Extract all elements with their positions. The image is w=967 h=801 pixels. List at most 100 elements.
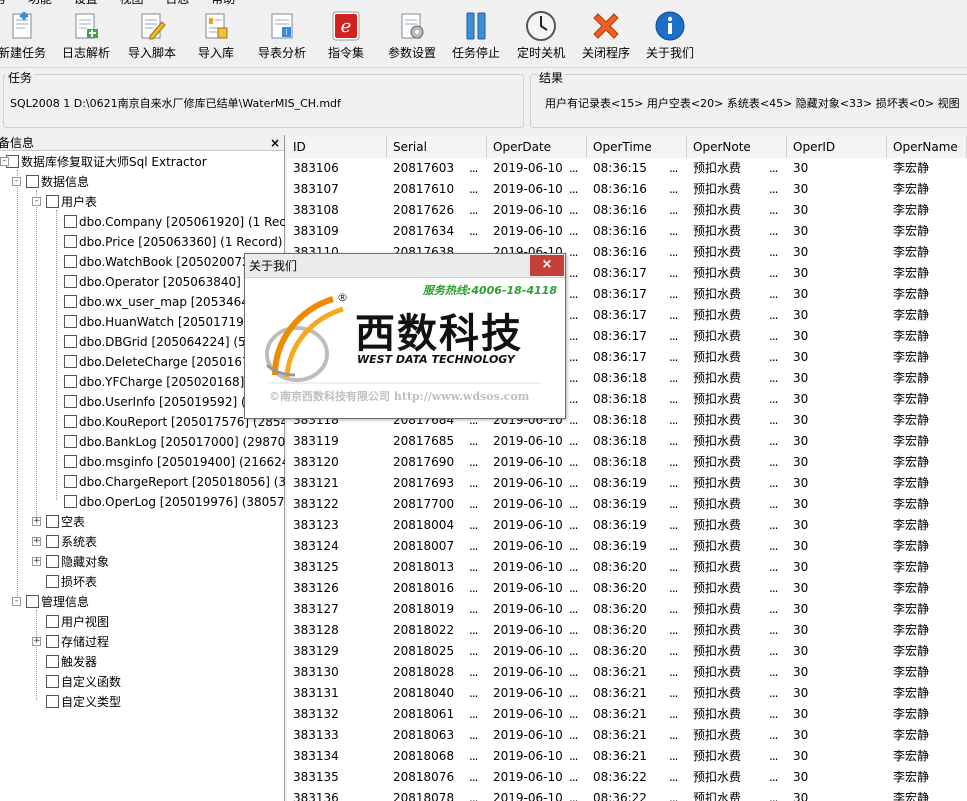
checkbox[interactable] bbox=[46, 675, 59, 688]
tree-node-label: 数据信息 bbox=[41, 175, 90, 189]
table-row[interactable]: 383125 20818013 2019-06-10 08:36:20 预扣水费 30 李宏… bbox=[287, 557, 967, 578]
checkbox[interactable] bbox=[64, 395, 77, 408]
checkbox[interactable] bbox=[46, 535, 59, 548]
checkbox[interactable] bbox=[64, 255, 77, 268]
checkbox[interactable] bbox=[64, 475, 77, 488]
table-row[interactable]: 383108 20817626 2019-06-10 08:36:16 预扣水费 30 李宏… bbox=[287, 200, 967, 221]
tree-table-item[interactable]: dbo.msginfo [205019400] (216624 bbox=[64, 452, 285, 472]
column-header-operid[interactable]: OperID bbox=[787, 136, 887, 158]
import-script-button[interactable]: 导入脚本 bbox=[124, 10, 180, 66]
column-header-opernote[interactable]: OperNote bbox=[687, 136, 787, 158]
checkbox[interactable] bbox=[64, 215, 77, 228]
checkbox[interactable] bbox=[46, 195, 59, 208]
column-header-opertime[interactable]: OperTime bbox=[587, 136, 687, 158]
tree-node-custom-types[interactable]: 自定义类型 bbox=[46, 692, 121, 712]
scheduled-shutdown-button[interactable]: 定时关机 bbox=[515, 10, 567, 66]
about-dialog-title: 关于我们 bbox=[249, 259, 298, 273]
panel-close-icon[interactable]: × bbox=[270, 135, 280, 151]
checkbox[interactable] bbox=[46, 655, 59, 668]
checkbox[interactable] bbox=[64, 375, 77, 388]
checkbox[interactable] bbox=[64, 495, 77, 508]
tree-node-hidden-objects[interactable]: + 隐藏对象 bbox=[32, 552, 109, 572]
checkbox[interactable] bbox=[46, 575, 59, 588]
tree-node-mgmt-info[interactable]: - 管理信息 bbox=[12, 592, 89, 612]
task-stop-button[interactable]: 任务停止 bbox=[450, 10, 502, 66]
tree-root[interactable]: - 数据库修复取证大师Sql Extractor bbox=[0, 152, 207, 172]
table-row[interactable]: 383120 20817690 2019-06-10 08:36:18 预扣水费 30 李宏… bbox=[287, 452, 967, 473]
tree-table-item[interactable]: dbo.ChargeReport [205018056] (35 bbox=[64, 472, 285, 492]
table-row[interactable]: 383130 20818028 2019-06-10 08:36:21 预扣水费 30 李宏… bbox=[287, 662, 967, 683]
tree-node-empty-tables[interactable]: + 空表 bbox=[32, 512, 85, 532]
tree-table-item[interactable]: dbo.HuanWatch [205017192 bbox=[64, 312, 251, 332]
table-row[interactable]: 383134 20818068 2019-06-10 08:36:21 预扣水费 30 李宏… bbox=[287, 746, 967, 767]
truncation-ellipsis: ... bbox=[669, 476, 679, 490]
table-row[interactable]: 383133 20818063 2019-06-10 08:36:21 预扣水费 30 李宏… bbox=[287, 725, 967, 746]
tree-node-damaged-tables[interactable]: 损坏表 bbox=[46, 572, 97, 592]
tree-table-item[interactable]: dbo.OperLog [205019976] (380574 bbox=[64, 492, 285, 512]
tree-table-item[interactable]: dbo.UserInfo [205019592] (1 bbox=[64, 392, 253, 412]
tree-node-triggers[interactable]: 触发器 bbox=[46, 652, 97, 672]
tree-node-system-tables[interactable]: + 系统表 bbox=[32, 532, 97, 552]
checkbox[interactable] bbox=[64, 315, 77, 328]
tree-node-stored-procedures[interactable]: + 存储过程 bbox=[32, 632, 109, 652]
column-header-opername[interactable]: OperName bbox=[887, 136, 967, 158]
tree-table-item[interactable]: dbo.BankLog [205017000] (29870 F bbox=[64, 432, 285, 452]
table-row[interactable]: 383121 20817693 2019-06-10 08:36:19 预扣水费 30 李宏… bbox=[287, 473, 967, 494]
table-row[interactable]: 383126 20818016 2019-06-10 08:36:20 预扣水费 30 李宏… bbox=[287, 578, 967, 599]
table-row[interactable]: 383128 20818022 2019-06-10 08:36:20 预扣水费 30 李宏… bbox=[287, 620, 967, 641]
checkbox[interactable] bbox=[64, 235, 77, 248]
new-task-button[interactable]: 新建任务 bbox=[0, 10, 50, 66]
table-row[interactable]: 383124 20818007 2019-06-10 08:36:19 预扣水费 30 李宏… bbox=[287, 536, 967, 557]
checkbox[interactable] bbox=[26, 175, 39, 188]
checkbox[interactable] bbox=[64, 275, 77, 288]
column-header-id[interactable]: ID bbox=[287, 136, 387, 158]
table-row[interactable]: 383135 20818076 2019-06-10 08:36:22 预扣水费 30 李宏… bbox=[287, 767, 967, 788]
settings-button[interactable]: 参数设置 bbox=[384, 10, 440, 66]
table-row[interactable]: 383122 20817700 2019-06-10 08:36:19 预扣水费 30 李宏… bbox=[287, 494, 967, 515]
table-row[interactable]: 383132 20818061 2019-06-10 08:36:21 预扣水费 30 李宏… bbox=[287, 704, 967, 725]
tree-table-item[interactable]: dbo.Company [205061920] (1 Reco bbox=[64, 212, 285, 232]
checkbox[interactable] bbox=[26, 595, 39, 608]
tree-table-item[interactable]: dbo.Price [205063360] (1 Record) bbox=[64, 232, 282, 252]
table-row[interactable]: 383109 20817634 2019-06-10 08:36:16 预扣水费 30 李宏… bbox=[287, 221, 967, 242]
truncation-ellipsis: ... bbox=[669, 497, 679, 511]
checkbox[interactable] bbox=[64, 295, 77, 308]
tree-node-data-info[interactable]: - 数据信息 bbox=[12, 172, 90, 192]
table-row[interactable]: 383123 20818004 2019-06-10 08:36:19 预扣水费 30 李宏… bbox=[287, 515, 967, 536]
tree-table-item[interactable]: dbo.DeleteCharge [2050167 bbox=[64, 352, 250, 372]
checkbox[interactable] bbox=[46, 635, 59, 648]
checkbox[interactable] bbox=[46, 515, 59, 528]
tree-table-item[interactable]: dbo.Operator [205063840] ( bbox=[64, 272, 249, 292]
checkbox[interactable] bbox=[46, 695, 59, 708]
table-row[interactable]: 383119 20817685 2019-06-10 08:36:18 预扣水费 30 李宏… bbox=[287, 431, 967, 452]
checkbox[interactable] bbox=[46, 555, 59, 568]
checkbox[interactable] bbox=[46, 615, 59, 628]
import-db-button[interactable]: 导入库 bbox=[192, 10, 240, 66]
table-row[interactable]: 383127 20818019 2019-06-10 08:36:20 预扣水费 30 李宏… bbox=[287, 599, 967, 620]
tree-table-item[interactable]: dbo.WatchBook [205020072 bbox=[64, 252, 250, 272]
table-row[interactable]: 383136 20818078 2019-06-10 08:36:22 预扣水费 30 李宏… bbox=[287, 788, 967, 801]
tree-table-item[interactable]: dbo.wx_user_map [20534648 bbox=[64, 292, 257, 312]
checkbox[interactable] bbox=[64, 355, 77, 368]
dialog-close-button[interactable]: × bbox=[530, 255, 564, 276]
table-row[interactable]: 383129 20818025 2019-06-10 08:36:20 预扣水费 30 李宏… bbox=[287, 641, 967, 662]
checkbox[interactable] bbox=[64, 335, 77, 348]
checkbox[interactable] bbox=[64, 415, 77, 428]
table-analysis-button[interactable]: i 导表分析 bbox=[254, 10, 310, 66]
tree-table-item[interactable]: dbo.DBGrid [205064224] (54 bbox=[64, 332, 253, 352]
about-us-button[interactable]: 关于我们 bbox=[644, 10, 696, 66]
checkbox[interactable] bbox=[64, 455, 77, 468]
tree-node-user-views[interactable]: 用户视图 bbox=[46, 612, 109, 632]
command-set-button[interactable]: e 指令集 bbox=[324, 10, 368, 66]
tree-table-item[interactable]: dbo.YFCharge [205020168] ( bbox=[64, 372, 253, 392]
table-row[interactable]: 383106 20817603 2019-06-10 08:36:15 预扣水费 30 李宏… bbox=[287, 158, 967, 179]
tree-node-user-tables[interactable]: - 用户表 bbox=[32, 192, 97, 212]
table-row[interactable]: 383131 20818040 2019-06-10 08:36:21 预扣水费 30 李宏… bbox=[287, 683, 967, 704]
tree-node-custom-functions[interactable]: 自定义函数 bbox=[46, 672, 121, 692]
close-program-button[interactable]: 关闭程序 bbox=[580, 10, 632, 66]
table-row[interactable]: 383107 20817610 2019-06-10 08:36:16 预扣水费 30 李宏… bbox=[287, 179, 967, 200]
column-header-serial[interactable]: Serial bbox=[387, 136, 487, 158]
log-parse-button[interactable]: 日志解析 bbox=[58, 10, 114, 66]
checkbox[interactable] bbox=[64, 435, 77, 448]
column-header-operdate[interactable]: OperDate bbox=[487, 136, 587, 158]
